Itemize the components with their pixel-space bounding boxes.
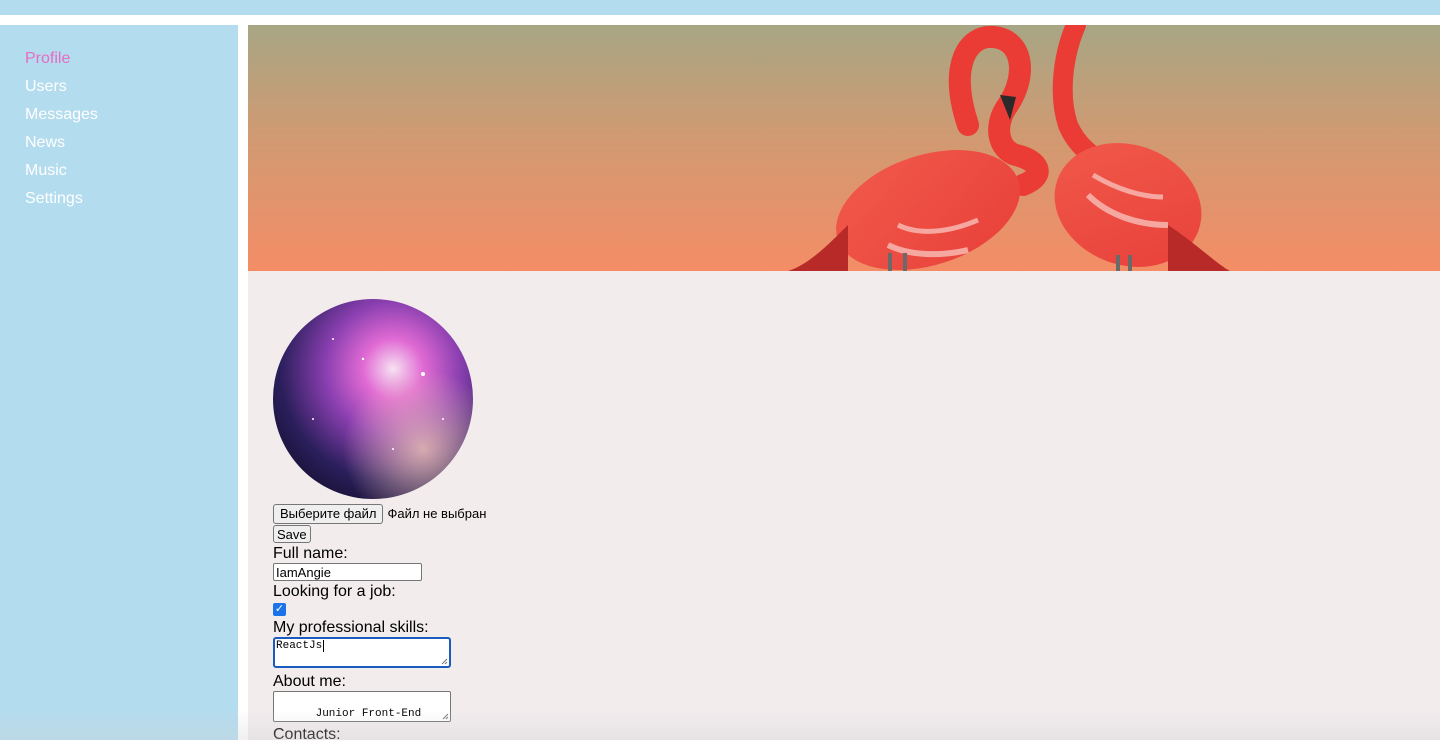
app-header [0, 0, 1440, 15]
full-name-input[interactable] [273, 563, 422, 581]
save-row: Save [273, 525, 873, 544]
sidebar-nav: Profile Users Messages News Music Settin… [25, 49, 98, 217]
profile-section: Выберите файл Файл не выбран Save Full n… [273, 299, 873, 740]
about-me-label: About me: [273, 672, 346, 690]
skills-label: My professional skills: [273, 618, 429, 636]
choose-file-button[interactable]: Выберите файл [273, 503, 384, 524]
checkmark-icon: ✓ [274, 602, 285, 615]
avatar [273, 299, 473, 499]
sidebar: Profile Users Messages News Music Settin… [0, 25, 238, 740]
contacts-label: Contacts: [273, 725, 341, 740]
skills-textarea[interactable]: ReactJs [273, 636, 451, 668]
nav-item-messages[interactable]: Messages [25, 105, 98, 133]
resize-grip-icon[interactable] [441, 658, 448, 665]
nav-item-profile[interactable]: Profile [25, 49, 98, 77]
looking-for-job-label: Looking for a job: [273, 582, 396, 600]
looking-for-job-checkbox[interactable]: ✓ [273, 602, 286, 616]
avatar-upload-row: Выберите файл Файл не выбран [273, 503, 873, 524]
nav-item-music[interactable]: Music [25, 161, 98, 189]
file-status-text: Файл не выбран [387, 506, 487, 521]
nav-item-news[interactable]: News [25, 133, 98, 161]
main-content: Выберите файл Файл не выбран Save Full n… [248, 25, 1440, 740]
full-name-label: Full name: [273, 545, 348, 562]
banner-image [248, 25, 1440, 271]
resize-grip-icon[interactable] [442, 713, 449, 720]
nav-item-users[interactable]: Users [25, 77, 98, 105]
save-button[interactable]: Save [273, 525, 311, 543]
about-me-textarea[interactable]: Junior Front-End developer [273, 690, 451, 722]
nav-item-settings[interactable]: Settings [25, 189, 98, 217]
